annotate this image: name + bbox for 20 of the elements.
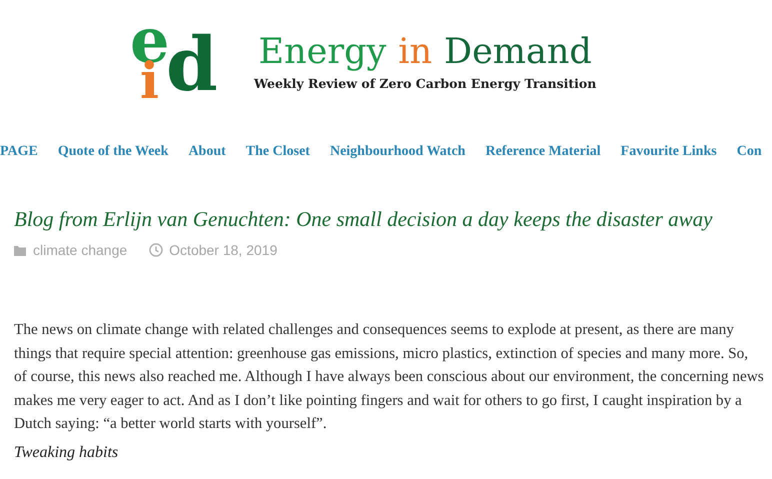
folder-icon (14, 244, 27, 256)
site-title-word: in (398, 33, 432, 72)
nav-link[interactable]: Con (736, 144, 762, 160)
site-title-word: Demand (444, 33, 592, 72)
post-title: Blog from Erlijn van Genuchten: One small decision a day keeps the disaster away (14, 207, 714, 232)
nav-link[interactable]: Reference Material (485, 144, 601, 160)
tagline: Weekly Review of Zero Carbon Energy Transition (254, 76, 596, 91)
post-date[interactable]: October 18, 2019 (169, 242, 278, 258)
logo-letter: d (166, 28, 218, 102)
nav-link[interactable]: Favourite Links (620, 144, 717, 160)
post-paragraph: The news on climate change with related challenges and consequences seems to explode at present, as there are many things that require special attention: greenhouse gas emissions, micro plastics, extinction of species and many more. So, of course, this news also reached me. Although I have always been conscious about our environment, the concerning news makes me very eager to act. And as I don’t like pointing fingers and wait for others to go first, I caught inspiration by a Dutch saying: “a better world starts with yourself”. (14, 320, 764, 434)
category-link[interactable]: climate change (33, 242, 128, 258)
nav-link[interactable]: Quote of the Week (58, 144, 168, 160)
subheading: Tweaking habits (14, 444, 120, 462)
nav-link[interactable]: Neighbourhood Watch (330, 144, 466, 160)
site-title-word: Energy (258, 33, 386, 72)
clock-icon (149, 243, 164, 257)
nav-link[interactable]: The Closet (246, 144, 310, 160)
nav-link[interactable]: About (188, 144, 226, 160)
nav-link[interactable]: PAGE (0, 144, 38, 160)
